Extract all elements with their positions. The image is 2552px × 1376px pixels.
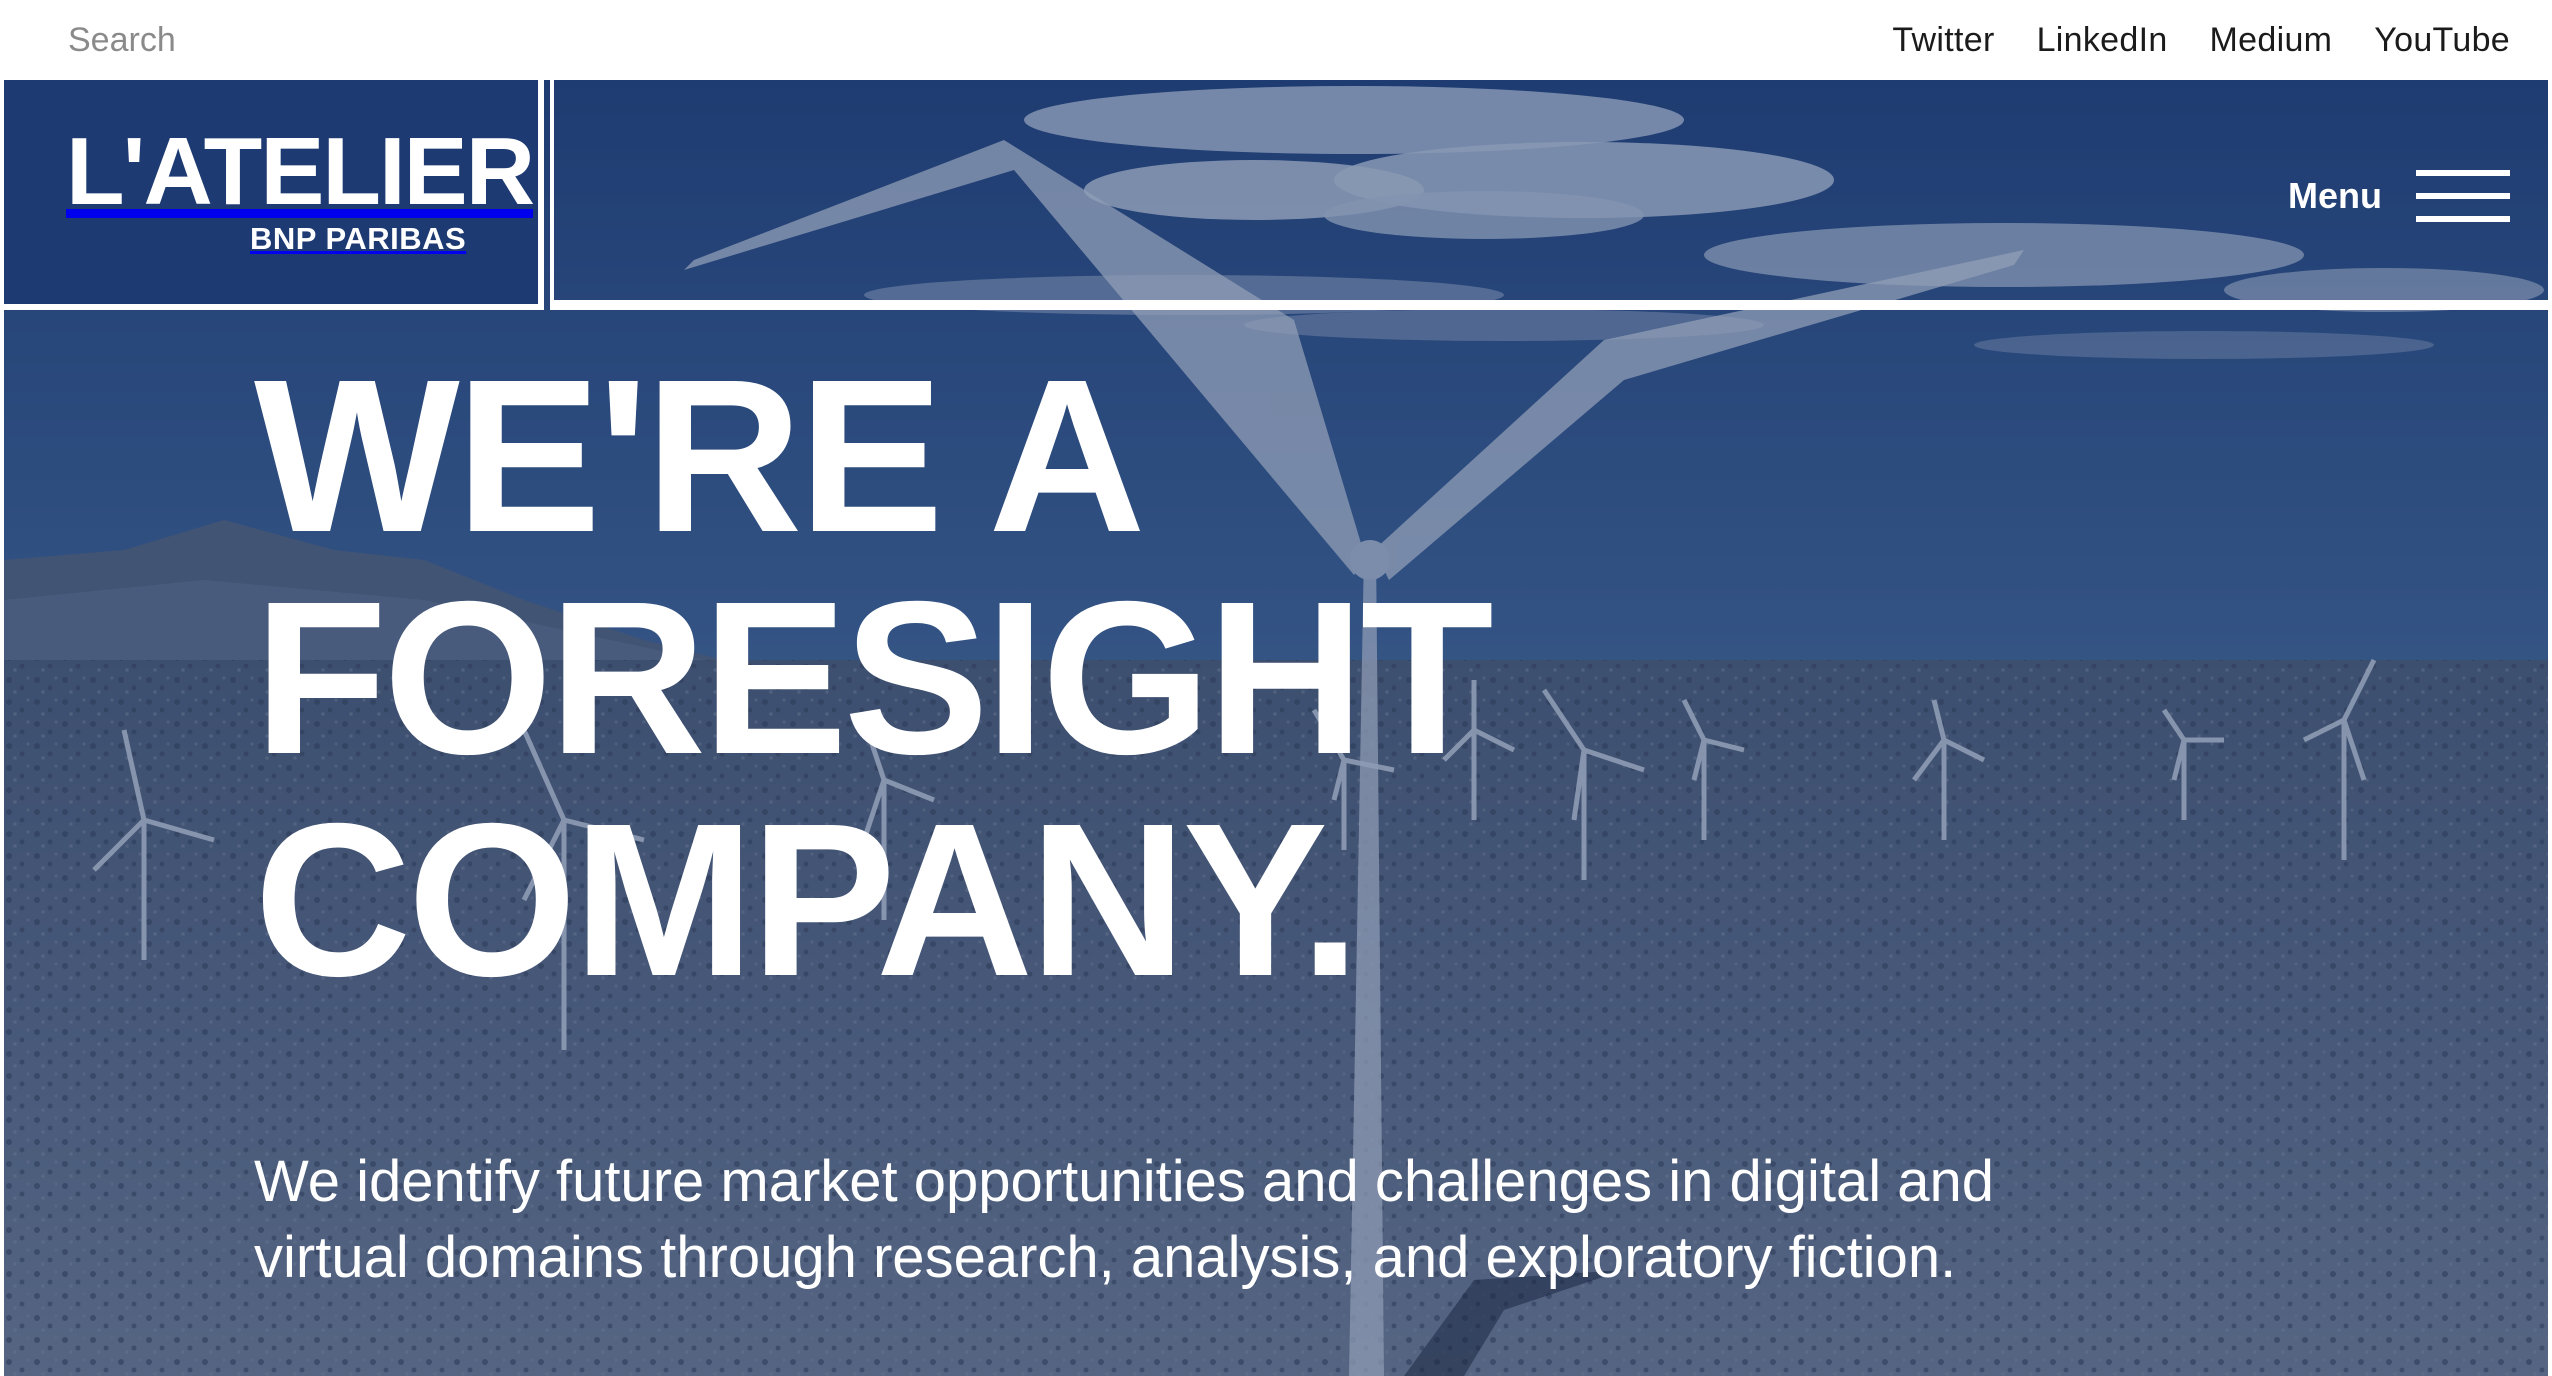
- medium-link[interactable]: Medium: [2210, 21, 2333, 60]
- menu-button[interactable]: Menu: [2288, 170, 2510, 222]
- logo-subtitle: BNP PARIBAS: [250, 221, 467, 256]
- hero-headline: WE'RE A FORESIGHT COMPANY.: [254, 346, 1854, 1012]
- menu-label: Menu: [2288, 175, 2382, 216]
- hero-description: We identify future market opportunities …: [254, 1149, 1994, 1290]
- social-links: Twitter LinkedIn Medium YouTube: [1892, 21, 2510, 60]
- headline-line-1: WE'RE A: [254, 335, 1146, 578]
- linkedin-link[interactable]: LinkedIn: [2037, 21, 2168, 60]
- header-nav-panel: Menu: [550, 80, 2548, 310]
- youtube-link[interactable]: YouTube: [2374, 21, 2510, 60]
- search-input[interactable]: [68, 10, 668, 70]
- twitter-link[interactable]: Twitter: [1892, 21, 1994, 60]
- hero-section: L'ATELIER BNP PARIBAS Menu WE'RE A FORES…: [4, 80, 2548, 1376]
- logo-wordmark: L'ATELIER: [66, 118, 535, 225]
- headline-line-2: FORESIGHT: [254, 557, 1494, 800]
- site-logo[interactable]: L'ATELIER BNP PARIBAS: [4, 80, 544, 310]
- hamburger-icon: [2416, 170, 2510, 222]
- top-utility-bar: Twitter LinkedIn Medium YouTube: [0, 0, 2552, 80]
- headline-line-3: COMPANY.: [254, 779, 1361, 1022]
